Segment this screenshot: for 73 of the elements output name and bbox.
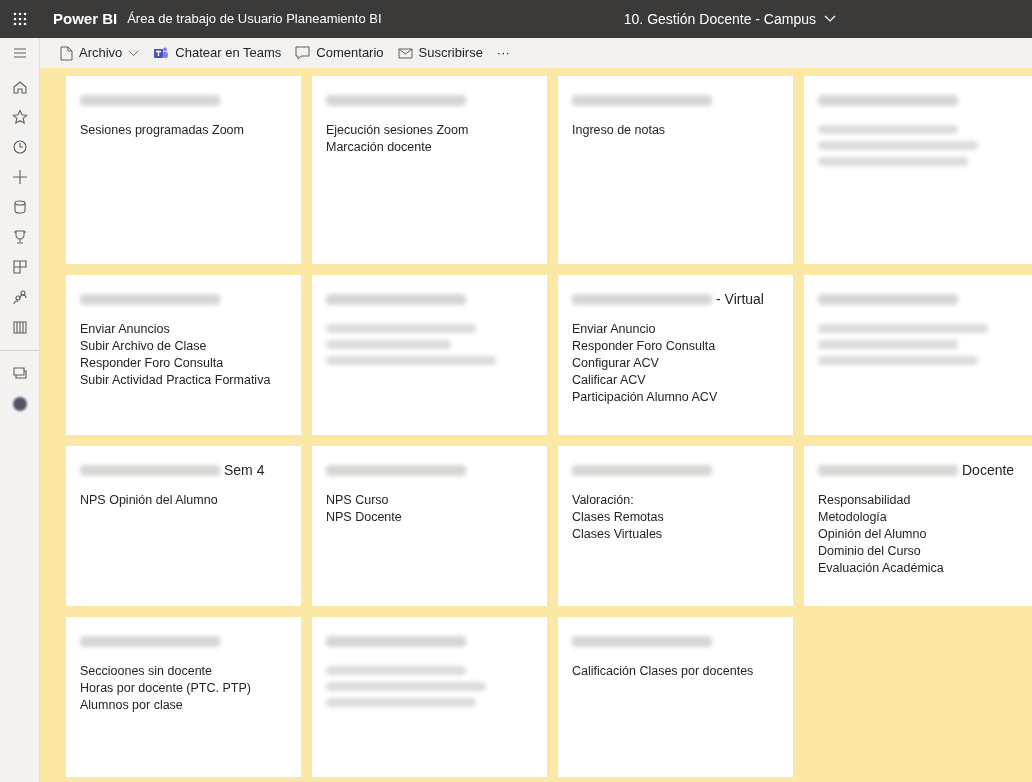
dashboard-tile[interactable]: Sesiones programadas Zoom: [66, 76, 301, 264]
tile-text: Clases Remotas: [572, 509, 665, 526]
envelope-icon: [397, 47, 413, 59]
tile-text: Calificación Clases por docentes: [572, 663, 755, 680]
star-icon[interactable]: [11, 109, 28, 125]
dashboard-tile[interactable]: - Virtual Enviar Anuncio Responder Foro Consulta Configurar ACV Calificar ACV Participación Alumno ACV: [558, 275, 793, 435]
dashboard-tile[interactable]: Sem 4 NPS Opinión del Alumno: [66, 446, 301, 606]
tile-text: Enviar Anuncio: [572, 321, 657, 338]
workspaces-icon[interactable]: [11, 365, 28, 381]
file-menu[interactable]: Archivo: [60, 43, 140, 63]
layout-icon[interactable]: [11, 259, 28, 275]
people-icon[interactable]: [11, 289, 28, 305]
subscribe-button[interactable]: Suscribirse: [397, 43, 483, 63]
plus-icon[interactable]: [11, 169, 28, 185]
app-name[interactable]: Power BI: [53, 7, 118, 31]
dashboard-tile[interactable]: Enviar Anuncios Subir Archivo de Clase Responder Foro Consulta Subir Actividad Practica Formativa: [66, 275, 301, 435]
avatar[interactable]: [12, 397, 27, 411]
comment-button[interactable]: Comentario: [295, 43, 384, 63]
tile-text: Enviar Anuncios: [80, 321, 171, 338]
tile-title: Sem 4: [224, 460, 265, 480]
dashboard-tile[interactable]: Ejecución sesiones Zoom Marcación docente: [312, 76, 547, 264]
tile-text: Subir Archivo de Clase: [80, 338, 208, 355]
teams-chat-button[interactable]: Chatear en Teams: [153, 43, 282, 63]
dashboard-tile[interactable]: [312, 617, 547, 777]
tile-text: Opinión del Alumno: [818, 526, 928, 543]
tile-title: - Virtual: [716, 289, 764, 309]
tile-text: NPS Docente: [326, 509, 403, 526]
more-button[interactable]: ···: [496, 43, 510, 63]
dashboard-tile[interactable]: [804, 275, 1032, 435]
tile-text: Calificar ACV: [572, 372, 647, 389]
tile-text: Responder Foro Consulta: [572, 338, 717, 355]
book-icon[interactable]: [11, 319, 28, 335]
dashboard-tile[interactable]: Valoración: Clases Remotas Clases Virtuales: [558, 446, 793, 606]
tile-text: NPS Opinión del Alumno: [80, 492, 219, 509]
app-launcher-icon[interactable]: [13, 12, 27, 26]
dashboard-tile[interactable]: [804, 76, 1032, 264]
tile-text: Clases Virtuales: [572, 526, 664, 543]
dashboard-tile[interactable]: Seccioones sin docente Horas por docente (PTC. PTP) Alumnos por clase: [66, 617, 301, 777]
tile-text: Configurar ACV: [572, 355, 660, 372]
tile-text: Ingreso de notas: [572, 122, 667, 139]
dashboard-tile[interactable]: Calificación Clases por docentes: [558, 617, 793, 777]
tile-text: Marcación docente: [326, 139, 433, 156]
tile-text: Responsabilidad: [818, 492, 912, 509]
home-icon[interactable]: [11, 79, 28, 95]
tile-text: Seccioones sin docente: [80, 663, 214, 680]
tile-text: Sesiones programadas Zoom: [80, 122, 245, 139]
tile-text: Metodología: [818, 509, 888, 526]
dashboard-tile[interactable]: Docente Responsabilidad Metodología Opinión del Alumno Dominio del Curso Evaluación Académica: [804, 446, 1032, 606]
database-icon[interactable]: [11, 199, 28, 215]
tile-text: Ejecución sesiones Zoom: [326, 122, 470, 139]
tile-title: Docente: [962, 460, 1015, 480]
tile-text: Participación Alumno ACV: [572, 389, 719, 406]
trophy-icon[interactable]: [11, 229, 28, 245]
document-icon: [60, 45, 73, 61]
speech-bubble-icon: [295, 46, 311, 60]
tile-text: NPS Curso: [326, 492, 390, 509]
dashboard-tile[interactable]: [312, 275, 547, 435]
chevron-down-icon: [824, 15, 836, 23]
tile-text: Evaluación Académica: [818, 560, 945, 577]
tile-text: Alumnos por clase: [80, 697, 184, 714]
workspace-name[interactable]: Área de trabajo de Usuario Planeamiento BI: [127, 9, 382, 29]
tile-text: Subir Actividad Practica Formativa: [80, 372, 272, 389]
clock-icon[interactable]: [11, 139, 28, 155]
dashboard-tile[interactable]: NPS Curso NPS Docente: [312, 446, 547, 606]
dashboard-tile[interactable]: Ingreso de notas: [558, 76, 793, 264]
chevron-down-icon: [128, 49, 140, 57]
teams-icon: [153, 45, 170, 61]
report-selector[interactable]: 10. Gestión Docente - Campus: [623, 8, 836, 30]
tile-text: Dominio del Curso: [818, 543, 922, 560]
tile-text: Responder Foro Consulta: [80, 355, 225, 372]
menu-icon[interactable]: [11, 45, 28, 61]
tile-text: Valoración:: [572, 492, 635, 509]
tile-text: Horas por docente (PTC. PTP): [80, 680, 252, 697]
